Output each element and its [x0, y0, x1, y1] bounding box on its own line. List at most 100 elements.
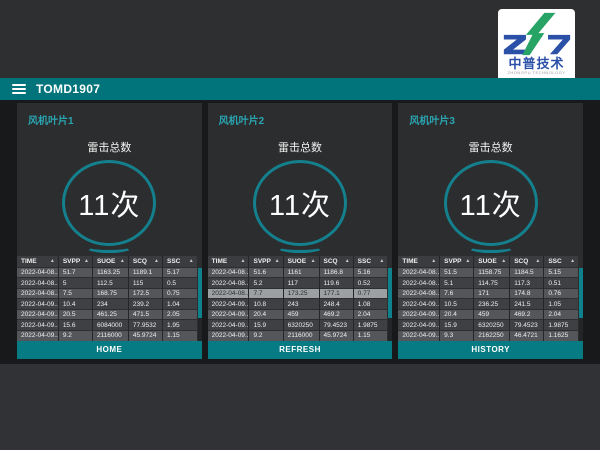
table-cell-ssc: 1.1625 [544, 330, 578, 341]
table-row[interactable]: 2022-04-09... 10.8 243 248.4 1.08 [208, 299, 388, 310]
table-scrollbar[interactable] [198, 268, 202, 341]
column-header[interactable]: SVPP ▲ [249, 256, 283, 267]
table-cell-scq: 469.2 [510, 309, 544, 320]
gauge-label: 雷击总数 [17, 139, 202, 155]
history-button[interactable]: HISTORY [398, 341, 583, 359]
sort-arrow-icon[interactable]: ▲ [431, 258, 436, 264]
table-cell-ssc: 1.04 [162, 299, 196, 310]
table-cell-time: 2022-04-09... [17, 320, 58, 331]
table-row[interactable]: 2022-04-08... 5.1 114.75 117.3 0.51 [398, 278, 578, 289]
sort-arrow-icon[interactable]: ▲ [379, 258, 384, 264]
table-cell-svpp: 10.4 [58, 299, 92, 310]
table-row[interactable]: 2022-04-09... 10.4 234 239.2 1.04 [17, 299, 197, 310]
table-row[interactable]: 2022-04-09... 20.4 459 469.2 2.04 [208, 309, 388, 320]
table-row[interactable]: 2022-04-08... 7.5 168.75 172.5 0.75 [17, 288, 197, 299]
column-header[interactable]: TIME ▲ [17, 256, 58, 267]
scrollbar-thumb[interactable] [198, 268, 202, 317]
table-scrollbar[interactable] [579, 268, 583, 341]
gauge-value: 11次 [78, 182, 140, 224]
column-header[interactable]: SSC ▲ [353, 256, 387, 267]
table-cell-time: 2022-04-09... [208, 330, 249, 341]
table-cell-suoe: 2116000 [283, 330, 319, 341]
table-cell-scq: 1189.1 [128, 267, 162, 278]
table-cell-suoe: 6084000 [92, 320, 128, 331]
table-row[interactable]: 2022-04-08... 51.7 1163.25 1189.1 5.17 [17, 267, 197, 278]
column-header[interactable]: TIME ▲ [208, 256, 249, 267]
column-header[interactable]: SSC ▲ [162, 256, 196, 267]
sort-arrow-icon[interactable]: ▲ [120, 258, 125, 264]
table-cell-svpp: 51.5 [440, 267, 474, 278]
table-cell-ssc: 2.04 [544, 309, 578, 320]
column-header[interactable]: SUOE ▲ [92, 256, 128, 267]
table-cell-suoe: 6320250 [283, 320, 319, 331]
logo-name-en: ZHONGPU TECHNOLOGY [498, 70, 575, 76]
table-row[interactable]: 2022-04-08... 5 112.5 115 0.5 [17, 278, 197, 289]
table-row[interactable]: 2022-04-08... 51.6 1161 1186.8 5.16 [208, 267, 388, 278]
table-cell-scq: 471.5 [128, 309, 162, 320]
table-cell-suoe: 168.75 [92, 288, 128, 299]
table-cell-ssc: 1.9875 [544, 320, 578, 331]
sort-arrow-icon[interactable]: ▲ [535, 258, 540, 264]
table-cell-time: 2022-04-08... [398, 288, 439, 299]
sort-arrow-icon[interactable]: ▲ [345, 258, 350, 264]
column-header[interactable]: SCQ ▲ [128, 256, 162, 267]
table-row[interactable]: 2022-04-09... 15.9 6320250 79.4523 1.987… [208, 320, 388, 331]
sort-arrow-icon[interactable]: ▲ [275, 258, 280, 264]
table-cell-scq: 241.5 [510, 299, 544, 310]
table-scrollbar[interactable] [388, 268, 392, 341]
table-header-row: TIME ▲ SVPP ▲ SUOE ▲ SCQ ▲ SSC ▲ [398, 256, 578, 267]
table-row[interactable]: 2022-04-09... 15.6 6084000 77.9532 1.95 [17, 320, 197, 331]
sort-arrow-icon[interactable]: ▲ [570, 258, 575, 264]
table-row[interactable]: 2022-04-09... 15.9 6320250 79.4523 1.987… [398, 320, 578, 331]
column-header[interactable]: TIME ▲ [398, 256, 439, 267]
gauge-label: 雷击总数 [208, 139, 393, 155]
table-row[interactable]: 2022-04-08... 7.6 171 174.8 0.76 [398, 288, 578, 299]
table-row[interactable]: 2022-04-08... 51.5 1158.75 1184.5 5.15 [398, 267, 578, 278]
column-label: SCQ [133, 258, 147, 265]
column-label: SVPP [63, 258, 80, 265]
table-row[interactable]: 2022-04-08... 7.7 173.25 177.1 0.77 [208, 288, 388, 299]
sort-arrow-icon[interactable]: ▲ [50, 258, 55, 264]
column-header[interactable]: SUOE ▲ [283, 256, 319, 267]
table-row[interactable]: 2022-04-09... 10.5 236.25 241.5 1.05 [398, 299, 578, 310]
table-cell-scq: 45.9724 [128, 330, 162, 341]
app-title: TOMD1907 [36, 82, 100, 96]
column-header[interactable]: SCQ ▲ [510, 256, 544, 267]
table-cell-svpp: 9.2 [58, 330, 92, 341]
table-cell-ssc: 0.52 [353, 278, 387, 289]
column-header[interactable]: SSC ▲ [544, 256, 578, 267]
refresh-button[interactable]: REFRESH [208, 341, 393, 359]
scrollbar-thumb[interactable] [388, 268, 392, 317]
sort-arrow-icon[interactable]: ▲ [311, 258, 316, 264]
table-cell-suoe: 171 [474, 288, 510, 299]
table-row[interactable]: 2022-04-08... 5.2 117 119.6 0.52 [208, 278, 388, 289]
column-label: SUOE [478, 258, 496, 265]
sort-arrow-icon[interactable]: ▲ [84, 258, 89, 264]
table-cell-ssc: 1.15 [162, 330, 196, 341]
sort-arrow-icon[interactable]: ▲ [465, 258, 470, 264]
table-row[interactable]: 2022-04-09... 20.5 461.25 471.5 2.05 [17, 309, 197, 320]
table-cell-scq: 239.2 [128, 299, 162, 310]
column-header[interactable]: SVPP ▲ [440, 256, 474, 267]
column-header[interactable]: SUOE ▲ [474, 256, 510, 267]
column-header[interactable]: SCQ ▲ [319, 256, 353, 267]
sort-arrow-icon[interactable]: ▲ [501, 258, 506, 264]
table-row[interactable]: 2022-04-09... 9.2 2116000 45.9724 1.15 [17, 330, 197, 341]
table-cell-ssc: 5.16 [353, 267, 387, 278]
scrollbar-thumb[interactable] [579, 268, 583, 317]
hamburger-menu-icon[interactable] [12, 84, 26, 94]
sort-arrow-icon[interactable]: ▲ [189, 258, 194, 264]
sort-arrow-icon[interactable]: ▲ [154, 258, 159, 264]
table-cell-ssc: 2.05 [162, 309, 196, 320]
table-cell-scq: 77.9532 [128, 320, 162, 331]
sort-arrow-icon[interactable]: ▲ [241, 258, 246, 264]
table-row[interactable]: 2022-04-09... 20.4 459 469.2 2.04 [398, 309, 578, 320]
data-table: TIME ▲ SVPP ▲ SUOE ▲ SCQ ▲ SSC ▲ 2022-04… [17, 256, 197, 341]
table-row[interactable]: 2022-04-09... 9.2 2116000 45.9724 1.15 [208, 330, 388, 341]
table-row[interactable]: 2022-04-09... 9.3 2162250 46.4721 1.1625 [398, 330, 578, 341]
lightning-count-gauge: 11次 [62, 160, 156, 246]
column-label: SCQ [514, 258, 528, 265]
column-header[interactable]: SVPP ▲ [58, 256, 92, 267]
home-button[interactable]: HOME [17, 341, 202, 359]
table-cell-time: 2022-04-08... [208, 267, 249, 278]
